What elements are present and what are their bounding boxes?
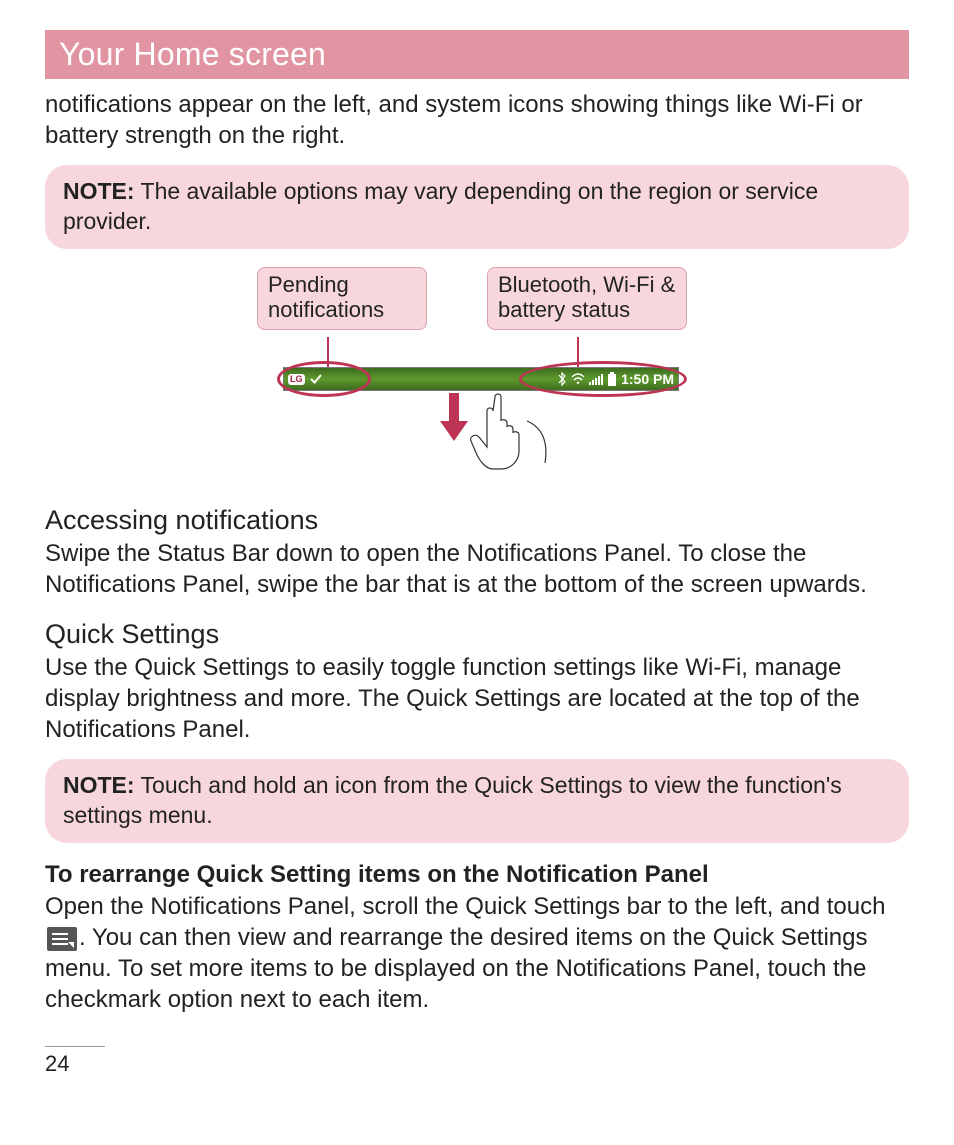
note-text: The available options may vary depending…: [63, 178, 818, 234]
body-rearrange: Open the Notifications Panel, scroll the…: [45, 891, 909, 1016]
callout-bluetooth-wifi-battery: Bluetooth, Wi-Fi & battery status: [487, 267, 687, 330]
rearrange-pre: Open the Notifications Panel, scroll the…: [45, 893, 885, 920]
callout-pending-notifications: Pending notifications: [257, 267, 427, 330]
page-number: 24: [45, 1046, 105, 1077]
hand-gesture-icon: [465, 391, 555, 471]
note-label: NOTE:: [63, 772, 135, 798]
illustration-wrap: Pending notifications Bluetooth, Wi-Fi &…: [45, 267, 909, 477]
heading-rearrange: To rearrange Quick Setting items on the …: [45, 861, 909, 889]
highlight-oval-left: [277, 361, 371, 397]
note-text: Touch and hold an icon from the Quick Se…: [63, 772, 842, 828]
note-label: NOTE:: [63, 178, 135, 204]
body-accessing-notifications: Swipe the Status Bar down to open the No…: [45, 538, 909, 600]
heading-accessing-notifications: Accessing notifications: [45, 505, 909, 536]
edit-list-icon: [47, 927, 77, 951]
page-title: Your Home screen: [45, 30, 909, 79]
body-quick-settings: Use the Quick Settings to easily toggle …: [45, 652, 909, 746]
rearrange-post: . You can then view and rearrange the de…: [45, 924, 867, 1013]
status-bar-illustration: Pending notifications Bluetooth, Wi-Fi &…: [257, 267, 697, 477]
note-box-1: NOTE: The available options may vary dep…: [45, 165, 909, 249]
intro-paragraph: notifications appear on the left, and sy…: [45, 89, 909, 151]
swipe-down-arrow-icon: [443, 393, 465, 441]
heading-quick-settings: Quick Settings: [45, 619, 909, 650]
note-box-2: NOTE: Touch and hold an icon from the Qu…: [45, 759, 909, 843]
